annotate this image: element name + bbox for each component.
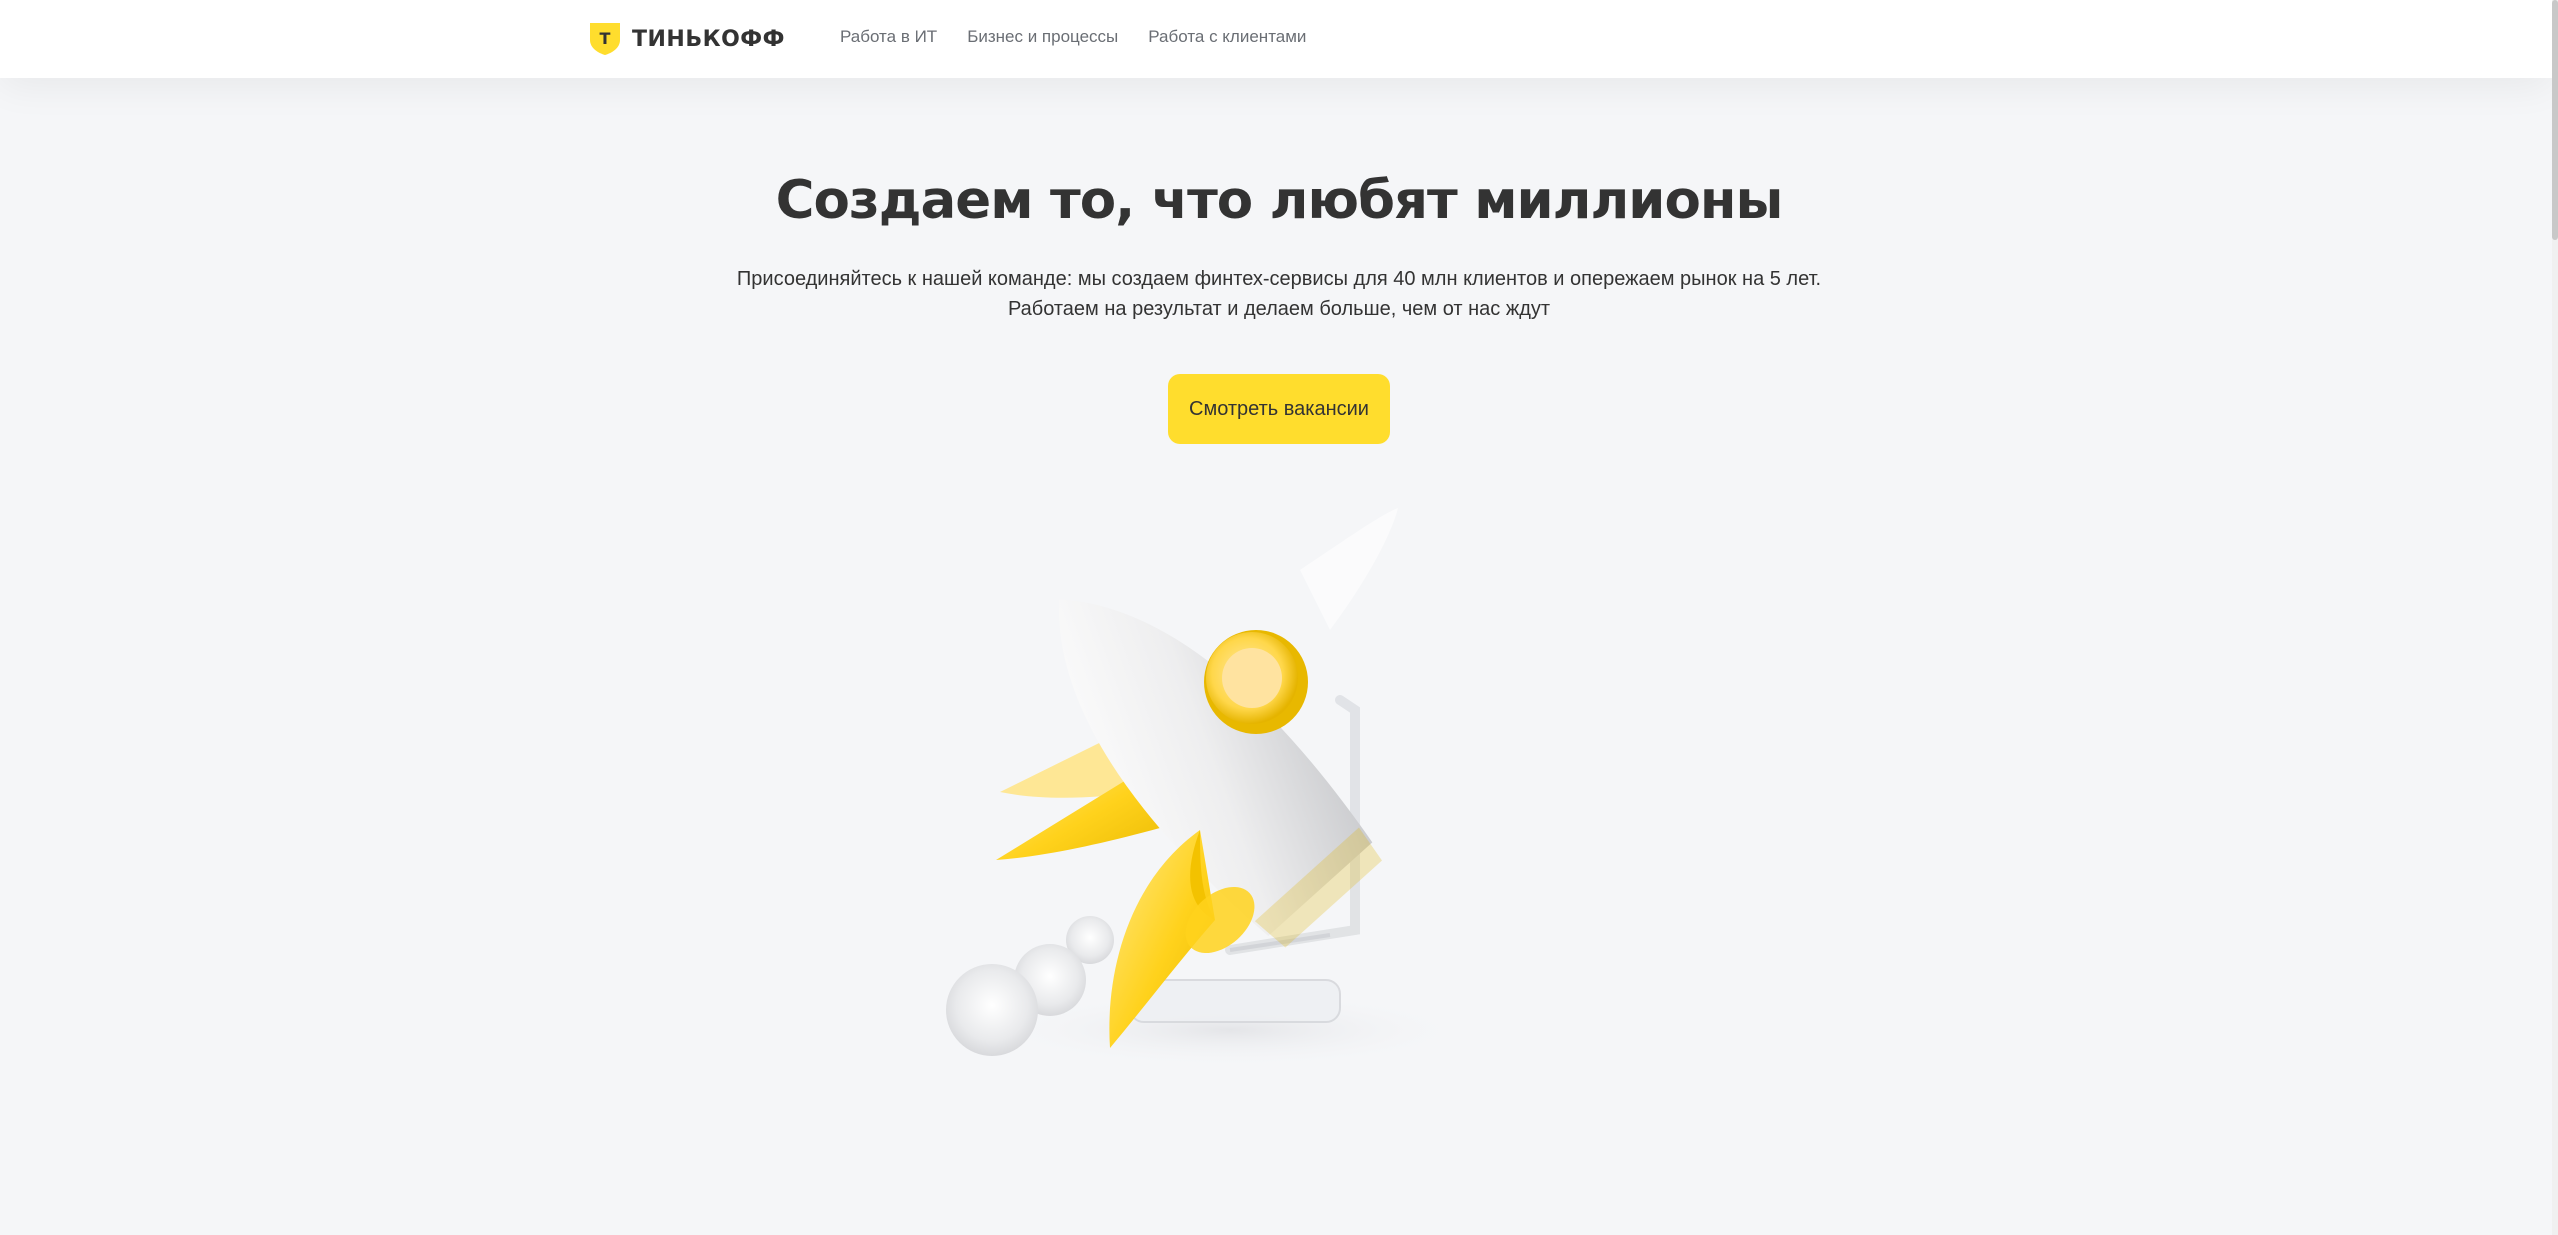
- tinkoff-logo[interactable]: Т ТИНЬКОФФ: [588, 22, 785, 56]
- nav-item-business[interactable]: Бизнес и процессы: [967, 27, 1118, 47]
- rocket-window: [1204, 630, 1308, 734]
- scrollbar-thumb[interactable]: [2552, 0, 2558, 240]
- logo-wordmark: ТИНЬКОФФ: [632, 26, 785, 52]
- svg-text:Т: Т: [600, 29, 611, 48]
- view-vacancies-button[interactable]: Смотреть вакансии: [1168, 374, 1390, 444]
- page-scrollbar[interactable]: [2552, 0, 2558, 1235]
- main-nav: Работа в ИТ Бизнес и процессы Работа с к…: [840, 27, 1306, 47]
- nav-item-it-jobs[interactable]: Работа в ИТ: [840, 27, 937, 47]
- hero-subtitle-line-1: Присоединяйтесь к нашей команде: мы созд…: [736, 268, 1822, 290]
- hero-title: Создаем то, что любят миллионы: [775, 170, 1784, 231]
- shield-logo-icon: Т: [590, 23, 620, 55]
- site-header: Т ТИНЬКОФФ Работа в ИТ Бизнес и процессы…: [0, 0, 2552, 78]
- hero-subtitle-line-2: Работаем на результат и делаем больше, ч…: [1007, 298, 1551, 320]
- nav-item-clients[interactable]: Работа с клиентами: [1148, 27, 1306, 47]
- rocket-illustration: [946, 508, 1470, 1068]
- hero-subtitle: Присоединяйтесь к нашей команде: мы созд…: [0, 264, 2558, 324]
